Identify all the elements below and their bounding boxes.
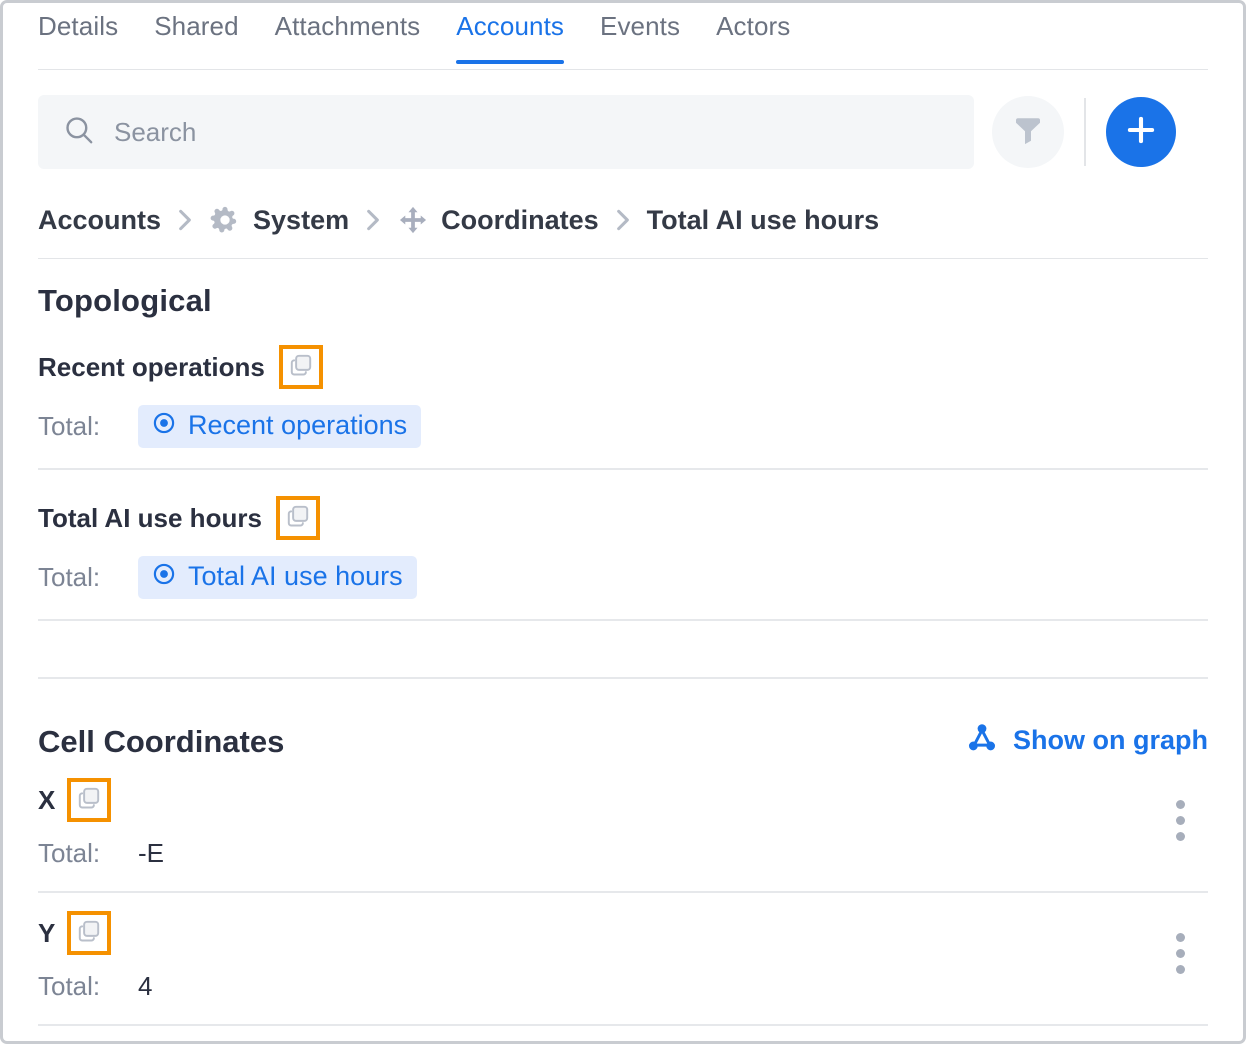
filter-button[interactable] [992,96,1064,168]
coordinate-value-row: Total: 4 [38,971,1208,1002]
gear-icon [209,204,241,236]
kebab-dot [1175,800,1185,809]
field-divider [38,468,1208,470]
show-on-graph-button[interactable]: Show on graph [965,721,1208,760]
toolbar-divider [1084,98,1086,166]
accounts-panel: Details Shared Attachments Accounts Even… [0,0,1246,1044]
tab-actors[interactable]: Actors [716,3,790,64]
total-label: Total: [38,838,101,868]
chip-recent-operations[interactable]: Recent operations [138,405,422,448]
tab-attachments[interactable]: Attachments [275,3,421,64]
tab-details[interactable]: Details [38,3,118,64]
filter-funnel-icon [1010,112,1046,153]
chip-total-ai-use-hours[interactable]: Total AI use hours [138,556,417,599]
breadcrumb: Accounts System Coordinates Total AI use… [3,169,1243,236]
kebab-dot [1175,832,1185,841]
copy-icon [285,503,311,534]
section-divider [38,677,1208,679]
coordinate-value-y: 4 [138,971,153,1001]
field-value-row: Total: Recent operations [38,405,1208,448]
breadcrumb-item-coordinates[interactable]: Coordinates [441,205,599,236]
field-value-row: Total: Total AI use hours [38,556,1208,599]
copy-icon [76,785,102,816]
coordinate-divider [38,891,1208,893]
chevron-right-icon [612,207,634,233]
coordinate-header: X [38,778,1208,841]
search-input[interactable]: Search [38,95,974,169]
coordinate-value-x: -E [138,838,164,868]
kebab-dot [1175,965,1185,974]
section-title-cell-coordinates: Cell Coordinates [38,724,285,759]
chevron-right-icon [174,207,196,233]
kebab-dot [1175,816,1185,825]
tab-bar: Details Shared Attachments Accounts Even… [3,3,1243,73]
plus-icon [1122,111,1160,154]
tab-events[interactable]: Events [600,3,680,64]
kebab-dot [1175,933,1185,942]
total-label: Total: [38,562,101,592]
coordinate-row-x: X Total: -E [3,778,1243,869]
coordinate-divider [38,1024,1208,1026]
field-total-ai-use-hours: Total AI use hours Total: Total AI use h… [3,496,1243,599]
target-dot-icon [151,410,177,441]
coordinate-label: X [38,784,56,815]
tab-shared[interactable]: Shared [154,3,238,64]
copy-icon [76,918,102,949]
copy-button-total-ai-use-hours[interactable] [275,496,320,540]
field-header: Recent operations [38,345,1208,389]
add-button[interactable] [1106,97,1176,167]
move-arrows-icon [397,204,429,236]
search-icon [62,113,96,152]
tab-bar-divider [38,69,1208,70]
row-menu-y[interactable] [1165,933,1195,974]
total-label: Total: [38,411,101,441]
coordinate-header: Y [38,911,1208,974]
field-header: Total AI use hours [38,496,1208,540]
chip-label: Recent operations [188,410,408,440]
copy-button-x[interactable] [67,778,112,822]
section-title-topological: Topological [38,283,212,318]
chevron-right-icon [362,207,384,233]
graph-nodes-icon [965,721,999,760]
search-placeholder: Search [114,116,197,147]
kebab-dot [1175,949,1185,958]
copy-icon [288,352,314,383]
breadcrumb-item-current: Total AI use hours [646,204,880,235]
breadcrumb-item-system[interactable]: System [253,205,349,236]
row-menu-x[interactable] [1165,800,1195,841]
copy-button-recent-operations[interactable] [278,345,323,389]
show-on-graph-label: Show on graph [1013,725,1208,755]
cell-coordinates-header: Cell Coordinates Show on graph [3,721,1243,760]
tab-accounts[interactable]: Accounts [456,3,564,64]
copy-button-y[interactable] [67,911,112,955]
field-divider [38,619,1208,621]
field-recent-operations: Recent operations Total: Recent operatio… [3,345,1243,448]
total-label: Total: [38,971,101,1001]
field-label: Total AI use hours [38,502,262,533]
coordinate-label: Y [38,917,56,948]
coordinate-value-row: Total: -E [38,838,1208,869]
breadcrumb-item-accounts[interactable]: Accounts [38,205,161,236]
field-label: Recent operations [38,351,265,382]
search-toolbar: Search [3,73,1243,169]
coordinate-row-y: Y Total: 4 [3,911,1243,1002]
target-dot-icon [151,561,177,592]
chip-label: Total AI use hours [188,561,403,591]
